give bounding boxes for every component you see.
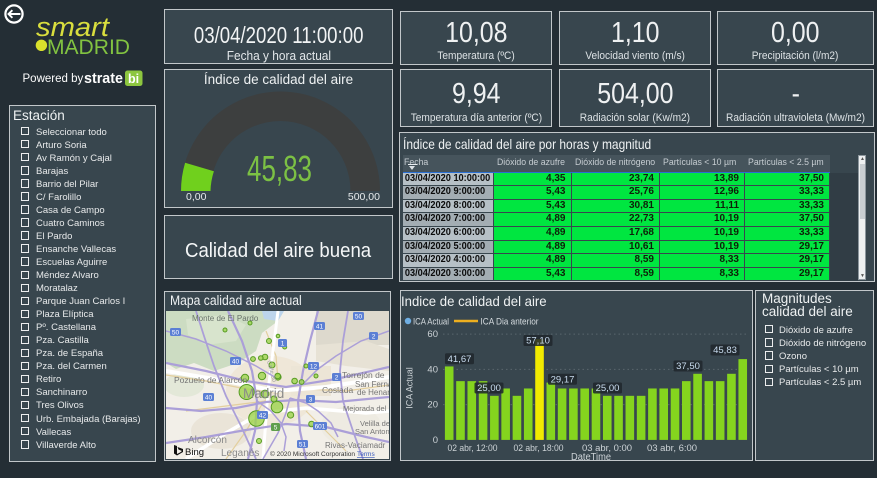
svg-text:42: 42 xyxy=(259,412,267,419)
svg-text:41: 41 xyxy=(316,323,324,330)
svg-text:Madrid: Madrid xyxy=(243,386,284,401)
svg-text:29,17: 29,17 xyxy=(551,375,575,386)
svg-text:Terms: Terms xyxy=(357,451,375,458)
svg-text:40: 40 xyxy=(205,394,213,401)
svg-text:50: 50 xyxy=(355,313,363,320)
svg-text:strate: strate xyxy=(84,70,123,87)
svg-text:de Henar: de Henar xyxy=(357,388,389,397)
svg-text:12: 12 xyxy=(310,363,318,370)
svg-text:MADRID: MADRID xyxy=(47,36,130,59)
svg-text:ICA Actual: ICA Actual xyxy=(405,367,415,409)
svg-text:0,00: 0,00 xyxy=(186,191,207,203)
svg-text:Pozuelo de Alarcón: Pozuelo de Alarcón xyxy=(174,375,248,385)
svg-text:51: 51 xyxy=(299,441,307,448)
svg-text:60: 60 xyxy=(427,329,438,340)
svg-text:0: 0 xyxy=(433,435,438,446)
svg-text:57,10: 57,10 xyxy=(526,336,550,347)
svg-text:40: 40 xyxy=(427,364,438,375)
svg-text:50: 50 xyxy=(172,329,180,336)
svg-text:40: 40 xyxy=(232,358,240,365)
svg-text:San Antoni: San Antoni xyxy=(355,427,389,436)
svg-text:Torrejón de: Torrejón de xyxy=(342,370,385,380)
svg-text:02 abr, 12:00: 02 abr, 12:00 xyxy=(448,443,498,454)
svg-text:ICA Dia anterior: ICA Dia anterior xyxy=(481,317,539,327)
svg-text:DateTime: DateTime xyxy=(571,452,611,460)
svg-text:601: 601 xyxy=(315,423,326,430)
svg-text:25,00: 25,00 xyxy=(596,383,620,394)
svg-text:3: 3 xyxy=(309,396,313,403)
svg-text:03 abr, 6:00: 03 abr, 6:00 xyxy=(647,443,697,454)
svg-text:ICA Actual: ICA Actual xyxy=(413,317,449,327)
svg-text:20: 20 xyxy=(427,400,438,411)
svg-text:Coslada: Coslada xyxy=(322,385,353,395)
svg-text:45,83: 45,83 xyxy=(247,148,312,189)
svg-text:37,50: 37,50 xyxy=(676,361,700,372)
svg-text:Rivas-Vaciamadr: Rivas-Vaciamadr xyxy=(325,441,386,450)
svg-text:500,00: 500,00 xyxy=(348,191,380,203)
svg-text:© 2020 Microsoft Corporation: © 2020 Microsoft Corporation xyxy=(270,450,355,458)
svg-text:Mejorada del (: Mejorada del ( xyxy=(343,404,389,413)
svg-text:25,00: 25,00 xyxy=(477,383,501,394)
svg-text:Alcorcón: Alcorcón xyxy=(188,435,227,446)
svg-text:2: 2 xyxy=(372,333,376,340)
svg-text:5: 5 xyxy=(274,424,278,431)
svg-text:Monte de El Pardo: Monte de El Pardo xyxy=(192,314,259,323)
svg-text:bi: bi xyxy=(128,72,139,86)
svg-text:Powered by: Powered by xyxy=(23,73,84,85)
svg-text:02 abr, 18:00: 02 abr, 18:00 xyxy=(514,443,564,454)
svg-text:41,67: 41,67 xyxy=(448,354,472,365)
svg-text:Leganés: Leganés xyxy=(221,448,259,459)
svg-text:Bing: Bing xyxy=(185,447,204,458)
svg-text:45,83: 45,83 xyxy=(713,345,737,356)
svg-text:2: 2 xyxy=(335,374,339,381)
svg-text:1: 1 xyxy=(281,340,285,347)
